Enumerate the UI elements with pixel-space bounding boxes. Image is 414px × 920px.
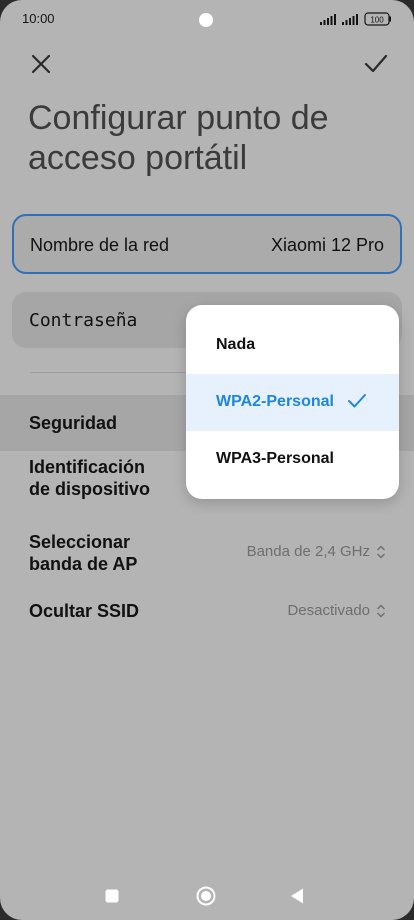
network-name-field[interactable]: Nombre de la red Xiaomi 12 Pro: [12, 214, 402, 274]
menu-item-label: Nada: [216, 336, 256, 353]
page-title: Configurar punto de acceso portátil: [28, 99, 329, 177]
ap-band-selector[interactable]: Banda de 2,4 GHz: [247, 543, 386, 560]
hide-ssid-label[interactable]: Ocultar SSID: [29, 600, 139, 622]
ap-band-label[interactable]: Seleccionar banda de AP: [29, 531, 159, 575]
phone-screen: 10:00 100 Configurar punto de acceso por…: [0, 0, 414, 920]
signal-icon: [320, 14, 336, 25]
menu-item-none[interactable]: Nada: [186, 317, 399, 374]
status-time: 10:00: [22, 11, 55, 26]
signal-battery-icons: 100: [320, 12, 391, 26]
security-label: Seguridad: [29, 413, 118, 433]
close-icon: [31, 54, 51, 74]
menu-item-wpa2-personal[interactable]: WPA2-Personal: [186, 374, 399, 431]
menu-item-label: WPA3-Personal: [216, 450, 334, 467]
confirm-button[interactable]: [360, 48, 392, 80]
check-icon: [364, 54, 388, 73]
network-name-value: Xiaomi 12 Pro: [270, 235, 384, 255]
security-dropdown-menu: Nada WPA2-Personal WPA3-Personal: [186, 305, 399, 499]
battery-level: 100: [370, 16, 384, 25]
hide-ssid-value: Desactivado: [287, 602, 370, 619]
up-down-chevron-icon: [377, 545, 385, 558]
front-camera: [199, 13, 213, 27]
menu-item-wpa3-personal[interactable]: WPA3-Personal: [186, 431, 399, 488]
signal-icon-2: [342, 14, 358, 25]
password-label: Contraseña: [29, 310, 138, 331]
ap-band-value: Banda de 2,4 GHz: [246, 543, 370, 560]
status-bar: 10:00 100: [0, 0, 414, 38]
close-button[interactable]: [25, 48, 57, 80]
home-icon[interactable]: [195, 885, 217, 907]
up-down-chevron-icon: [377, 604, 385, 617]
hide-ssid-selector[interactable]: Desactivado: [287, 602, 386, 619]
back-icon[interactable]: [289, 887, 305, 905]
menu-item-label: WPA2-Personal: [216, 393, 334, 410]
selected-check-icon: [348, 394, 366, 408]
recent-apps-icon[interactable]: [104, 888, 120, 904]
device-id-label[interactable]: Identificación de dispositivo: [29, 456, 159, 500]
navigation-bar: [0, 875, 414, 915]
network-name-label: Nombre de la red: [30, 235, 170, 255]
top-bar: [0, 44, 414, 84]
